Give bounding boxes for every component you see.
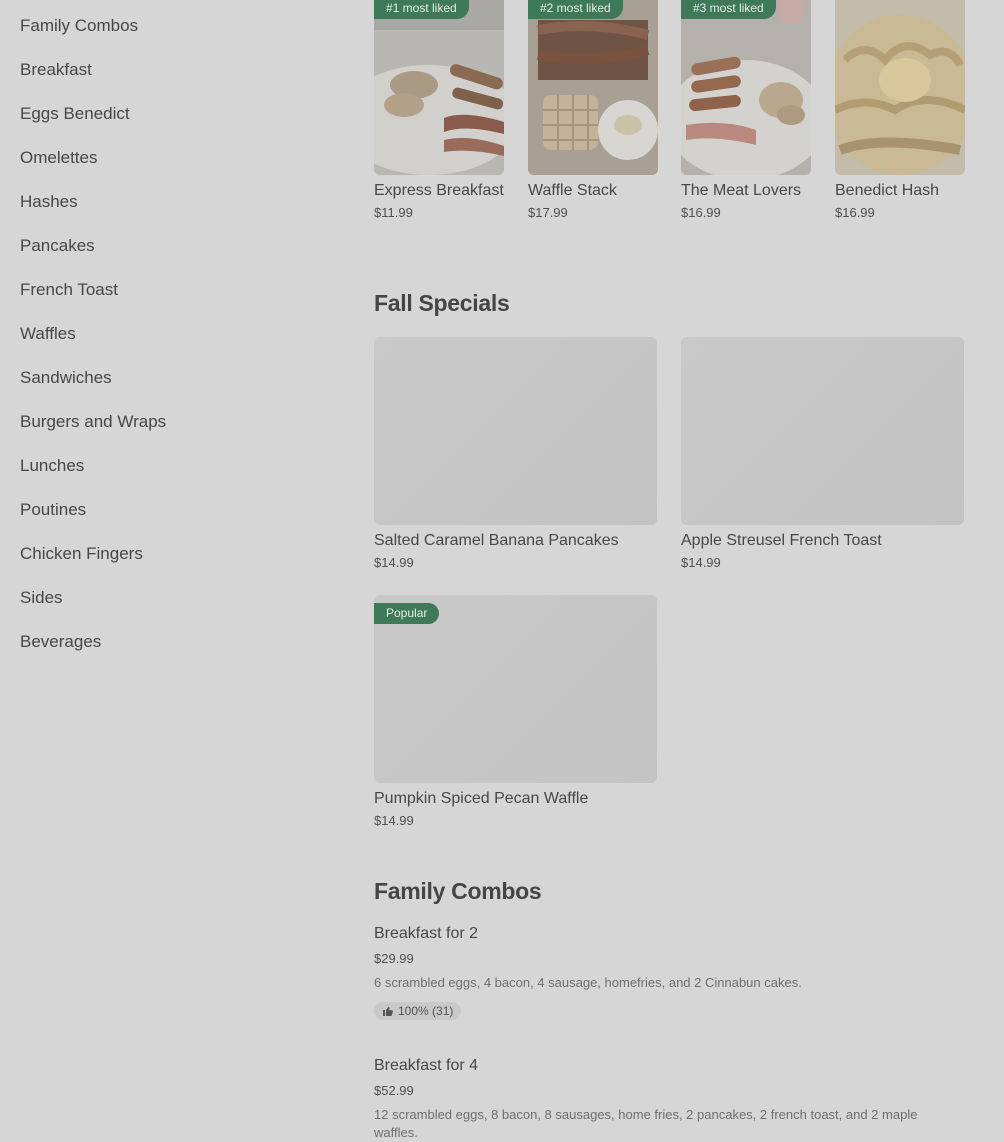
food-image-placeholder	[681, 337, 964, 525]
sidebar-item-chicken-fingers[interactable]: Chicken Fingers	[20, 544, 143, 564]
food-photo-illustration	[835, 0, 965, 175]
menu-item-card[interactable]: #3 most liked The Meat Lovers $16.99	[681, 0, 811, 220]
combo-list-item[interactable]: Breakfast for 4 $52.99 12 scrambled eggs…	[374, 1057, 934, 1142]
rating-text: 100% (31)	[398, 1004, 454, 1018]
item-title: Apple Streusel French Toast	[681, 532, 882, 549]
food-image-placeholder: Popular	[374, 595, 657, 783]
menu-item-card[interactable]: Popular Pumpkin Spiced Pecan Waffle $14.…	[374, 595, 657, 828]
sidebar-item-family-combos[interactable]: Family Combos	[20, 16, 138, 36]
sidebar-item-omelettes[interactable]: Omelettes	[20, 148, 97, 168]
item-title: Benedict Hash	[835, 182, 940, 199]
sidebar-item-pancakes[interactable]: Pancakes	[20, 236, 95, 256]
combo-title: Breakfast for 4	[374, 1057, 479, 1074]
item-price: $16.99	[835, 205, 875, 220]
combo-title: Breakfast for 2	[374, 925, 479, 942]
food-image: #1 most liked	[374, 0, 504, 175]
item-price: $14.99	[374, 813, 414, 828]
most-liked-badge: #2 most liked	[528, 0, 623, 19]
item-price: $17.99	[528, 205, 568, 220]
sidebar-item-poutines[interactable]: Poutines	[20, 500, 86, 520]
food-photo-illustration	[528, 0, 658, 175]
item-title: The Meat Lovers	[681, 182, 802, 199]
menu-item-card[interactable]: Apple Streusel French Toast $14.99	[681, 337, 964, 570]
sidebar-item-french-toast[interactable]: French Toast	[20, 280, 118, 300]
sidebar-item-burgers-and-wraps[interactable]: Burgers and Wraps	[20, 412, 166, 432]
item-price: $11.99	[374, 205, 413, 220]
sidebar-item-waffles[interactable]: Waffles	[20, 324, 76, 344]
combo-list-item[interactable]: Breakfast for 2 $29.99 6 scrambled eggs,…	[374, 925, 934, 1022]
sidebar-item-eggs-benedict[interactable]: Eggs Benedict	[20, 104, 130, 124]
sidebar-item-beverages[interactable]: Beverages	[20, 632, 101, 652]
sidebar-item-sides[interactable]: Sides	[20, 588, 63, 608]
food-photo-illustration	[374, 0, 504, 175]
popular-badge: Popular	[374, 603, 440, 624]
item-title: Express Breakfast	[374, 182, 504, 199]
food-image-placeholder	[374, 337, 657, 525]
food-image: #3 most liked	[681, 0, 811, 175]
section-heading-fall-specials: Fall Specials	[374, 290, 510, 316]
combo-description: 12 scrambled eggs, 8 bacon, 8 sausages, …	[374, 1107, 918, 1140]
rating-badge: 100% (31)	[374, 1002, 462, 1020]
menu-item-card[interactable]: #1 most liked Express Breakfast $11.99	[374, 0, 504, 220]
combo-price: $52.99	[374, 1083, 414, 1098]
item-price: $14.99	[681, 555, 721, 570]
menu-item-card[interactable]: Salted Caramel Banana Pancakes $14.99	[374, 337, 657, 570]
item-title: Waffle Stack	[528, 182, 617, 199]
food-image: #2 most liked	[528, 0, 658, 175]
item-price: $16.99	[681, 205, 721, 220]
food-image	[835, 0, 965, 175]
item-title: Salted Caramel Banana Pancakes	[374, 532, 619, 549]
sidebar-item-sandwiches[interactable]: Sandwiches	[20, 368, 112, 388]
combo-price: $29.99	[374, 951, 414, 966]
sidebar-item-breakfast[interactable]: Breakfast	[20, 60, 92, 80]
food-photo-illustration	[681, 0, 811, 175]
most-liked-badge: #3 most liked	[681, 0, 776, 19]
item-title: Pumpkin Spiced Pecan Waffle	[374, 790, 589, 807]
thumbs-up-icon	[383, 1006, 393, 1016]
menu-item-card[interactable]: Benedict Hash $16.99	[835, 0, 965, 220]
sidebar-item-lunches[interactable]: Lunches	[20, 456, 84, 476]
most-liked-badge: #1 most liked	[374, 0, 469, 19]
section-heading-family-combos: Family Combos	[374, 878, 542, 904]
combo-description: 6 scrambled eggs, 4 bacon, 4 sausage, ho…	[374, 975, 802, 990]
sidebar-item-hashes[interactable]: Hashes	[20, 192, 78, 212]
menu-item-card[interactable]: #2 most liked Waffle Stack $17.99	[528, 0, 658, 220]
item-price: $14.99	[374, 555, 414, 570]
